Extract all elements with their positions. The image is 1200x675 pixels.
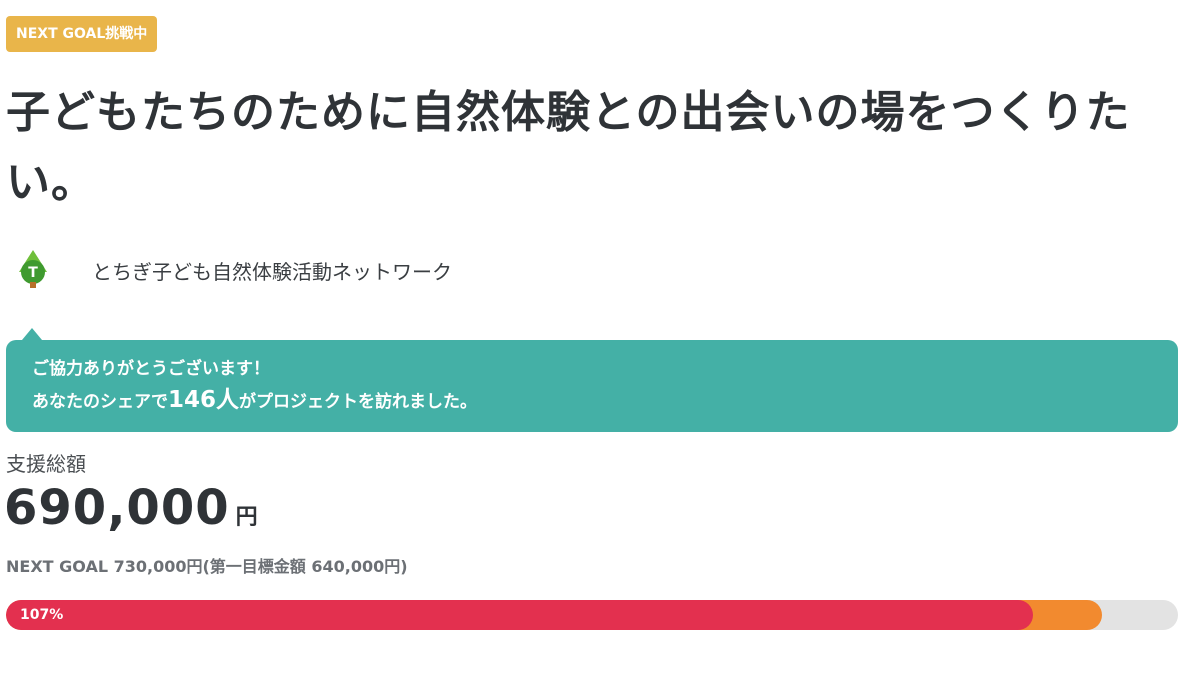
share-visits-line: あなたのシェアで146人がプロジェクトを訪れました。 [32,384,1178,418]
amount-number: 690,000 [4,480,230,536]
next-goal-badge: NEXT GOAL挑戦中 [6,16,158,52]
tree-icon: T [19,250,47,288]
total-support-amount: 690,000 円 [4,480,258,536]
share-thanks-message: ご協力ありがとうございます！ あなたのシェアで146人がプロジェクトを訪れました… [6,328,1178,432]
project-header: NEXT GOAL挑戦中 子どもたちのために自然体験との出会いの場をつくりたい。… [0,0,1200,675]
project-title: 子どもたちのために自然体験との出会いの場をつくりたい。 [6,87,1131,208]
next-goal-text: NEXT GOAL 730,000円(第一目標金額 640,000円) [6,557,408,576]
share-visits-prefix: あなたのシェアで [32,392,168,412]
share-visit-count: 146人 [168,387,240,413]
project-owner[interactable]: T とちぎ子ども自然体験活動ネットワーク [16,248,452,292]
progress-achieved-fill [6,600,1033,630]
amount-unit: 円 [235,505,258,530]
funding-progress-bar: 107% [6,600,1178,630]
progress-percent: 107% [20,607,64,623]
owner-icon-letter: T [28,265,38,281]
share-visits-suffix: がプロジェクトを訪れました。 [239,392,478,412]
share-thanks-line: ご協力ありがとうございます！ [32,359,270,379]
owner-name-link[interactable]: とちぎ子ども自然体験活動ネットワーク [92,256,452,285]
total-support-label: 支援総額 [6,452,86,476]
